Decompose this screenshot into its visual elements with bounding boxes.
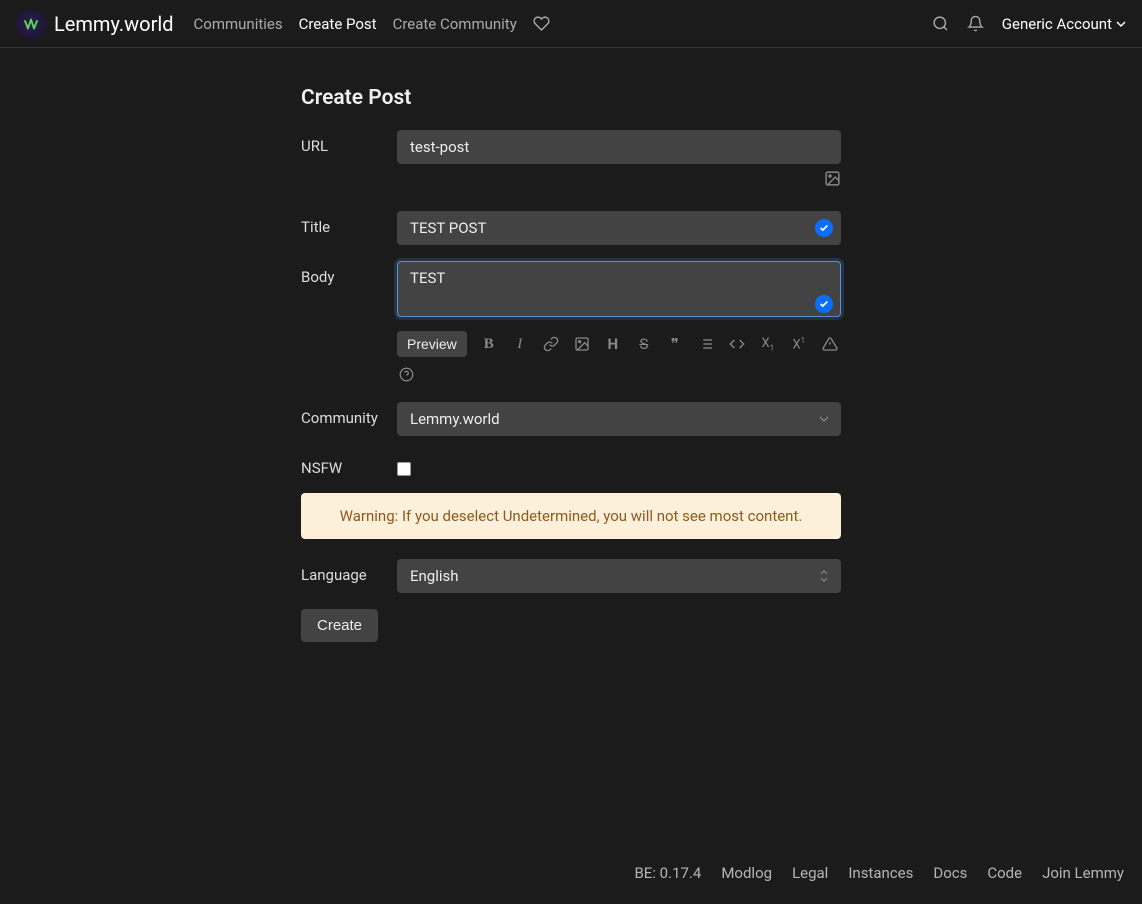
bold-icon[interactable]: B (480, 336, 498, 353)
footer: BE: 0.17.4 Modlog Legal Instances Docs C… (634, 864, 1124, 882)
nav-link-communities[interactable]: Communities (194, 15, 283, 33)
community-select[interactable]: Lemmy.world (397, 402, 841, 436)
footer-version[interactable]: BE: 0.17.4 (634, 864, 701, 882)
footer-code[interactable]: Code (987, 864, 1022, 882)
create-post-form: Create Post URL Title Body (301, 48, 841, 642)
site-name: Lemmy.world (54, 12, 174, 36)
language-row: Language English (301, 559, 841, 593)
title-label: Title (301, 211, 397, 245)
nav-link-create-post[interactable]: Create Post (299, 15, 377, 33)
navbar: Lemmy.world Communities Create Post Crea… (0, 0, 1142, 48)
url-label: URL (301, 130, 397, 187)
strikethrough-icon[interactable]: S (635, 335, 653, 353)
help-icon[interactable] (397, 367, 415, 382)
spoiler-icon[interactable] (821, 336, 839, 352)
body-label: Body (301, 261, 397, 382)
check-icon (815, 295, 833, 313)
create-button[interactable]: Create (301, 609, 378, 642)
body-row: Body Preview B I H S ❞ (301, 261, 841, 382)
search-icon[interactable] (932, 15, 949, 32)
check-icon (815, 219, 833, 237)
footer-join-lemmy[interactable]: Join Lemmy (1042, 864, 1124, 882)
url-row: URL (301, 130, 841, 187)
list-icon[interactable] (697, 336, 715, 352)
url-input[interactable] (397, 130, 841, 164)
header-icon[interactable]: H (604, 335, 622, 353)
nsfw-checkbox[interactable] (397, 462, 411, 476)
nav-right: Generic Account (932, 15, 1126, 33)
language-select[interactable]: English (397, 559, 841, 593)
title-input[interactable] (397, 211, 841, 245)
subscript-icon[interactable]: X1 (759, 336, 777, 353)
community-label: Community (301, 402, 397, 436)
logo-icon (16, 9, 46, 39)
user-name: Generic Account (1002, 15, 1112, 33)
superscript-icon[interactable]: X1 (790, 336, 808, 352)
link-icon[interactable] (542, 336, 560, 352)
nav-link-create-community[interactable]: Create Community (393, 15, 517, 33)
language-warning: Warning: If you deselect Undetermined, y… (301, 493, 841, 539)
footer-instances[interactable]: Instances (848, 864, 913, 882)
title-row: Title (301, 211, 841, 245)
site-logo-link[interactable]: Lemmy.world (16, 9, 174, 39)
image-icon[interactable] (573, 336, 591, 352)
image-upload-icon[interactable] (824, 170, 841, 187)
italic-icon[interactable]: I (511, 336, 529, 353)
community-row: Community Lemmy.world (301, 402, 841, 436)
preview-button[interactable]: Preview (397, 331, 467, 357)
body-textarea[interactable] (397, 261, 841, 317)
bell-icon[interactable] (967, 15, 984, 32)
page-title: Create Post (301, 86, 841, 110)
quote-icon[interactable]: ❞ (666, 335, 684, 353)
footer-docs[interactable]: Docs (933, 864, 967, 882)
footer-modlog[interactable]: Modlog (721, 864, 772, 882)
nsfw-row: NSFW (301, 452, 841, 477)
code-icon[interactable] (728, 336, 746, 352)
language-label: Language (301, 559, 397, 593)
user-menu[interactable]: Generic Account (1002, 15, 1126, 33)
footer-legal[interactable]: Legal (792, 864, 828, 882)
editor-toolbar: Preview B I H S ❞ X1 X1 (397, 331, 841, 357)
heart-icon[interactable] (533, 15, 550, 32)
nav-links: Communities Create Post Create Community (194, 15, 550, 33)
nsfw-label: NSFW (301, 452, 397, 477)
caret-down-icon (1116, 19, 1126, 29)
